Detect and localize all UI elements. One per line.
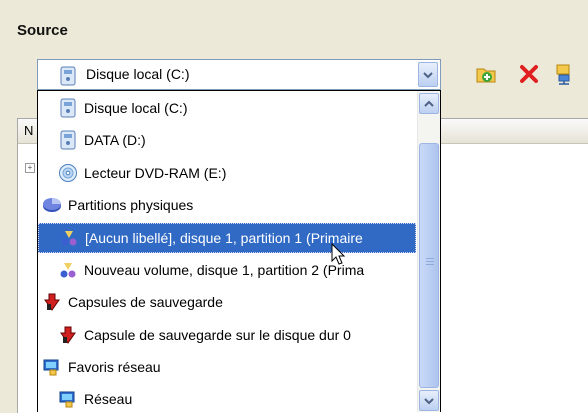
list-item[interactable]: Favoris réseau — [38, 352, 420, 382]
list-item[interactable]: Capsules de sauvegarde — [38, 287, 420, 317]
list-item[interactable]: Partitions physiques — [38, 190, 420, 220]
list-item[interactable]: Réseau — [38, 384, 436, 412]
mouse-cursor-icon — [331, 243, 346, 265]
dvd-icon — [58, 163, 78, 183]
item-label: [Aucun libellé], disque 1, partition 1 (… — [85, 230, 363, 246]
combo-dropdown-button[interactable] — [418, 62, 438, 87]
item-label: Réseau — [84, 391, 133, 407]
list-item[interactable]: Disque local (C:) — [38, 93, 436, 123]
combo-selected-value: Disque local (C:) — [86, 66, 190, 82]
scroll-thumb[interactable] — [419, 143, 439, 388]
backup-capsule-icon — [58, 325, 78, 345]
list-item[interactable]: DATA (D:) — [38, 125, 436, 155]
physical-partitions-icon — [42, 195, 62, 215]
list-item[interactable]: Capsule de sauvegarde sur le disque dur … — [38, 320, 436, 350]
item-label: Lecteur DVD-RAM (E:) — [84, 165, 227, 181]
disk-icon — [59, 66, 77, 89]
source-label: Source — [17, 22, 68, 39]
network-favorites-icon — [42, 357, 62, 377]
chevron-down-icon — [424, 397, 434, 404]
disk-icon — [58, 98, 78, 118]
network-drive-icon — [556, 64, 570, 85]
item-label: Capsule de sauvegarde sur le disque dur … — [84, 327, 351, 343]
list-item[interactable]: Lecteur DVD-RAM (E:) — [38, 158, 436, 188]
chevron-up-icon — [424, 100, 434, 107]
dropdown-scrollbar[interactable] — [417, 91, 440, 412]
item-label: Nouveau volume, disque 1, partition 2 (P… — [84, 262, 365, 278]
chevron-down-icon — [423, 71, 433, 78]
list-item[interactable]: Nouveau volume, disque 1, partition 2 (P… — [38, 255, 436, 285]
partition-icon — [58, 260, 78, 280]
delete-button[interactable] — [517, 62, 541, 86]
scroll-up-button[interactable] — [419, 93, 439, 114]
source-dropdown-list[interactable]: Disque local (C:) DATA (D:) Lecteur DVD-… — [37, 90, 441, 412]
backup-capsule-icon — [42, 292, 62, 312]
item-label: Disque local (C:) — [84, 100, 188, 116]
red-x-icon — [520, 65, 538, 83]
item-label: DATA (D:) — [84, 132, 146, 148]
network-drive-button[interactable] — [552, 62, 576, 86]
add-folder-icon — [476, 68, 496, 83]
tree-expander-icon[interactable]: + — [25, 163, 35, 173]
list-item-selected[interactable]: [Aucun libellé], disque 1, partition 1 (… — [38, 223, 416, 253]
network-icon — [58, 389, 78, 409]
partition-icon — [59, 228, 79, 248]
add-folder-button[interactable] — [474, 62, 498, 86]
list-column-header: N — [24, 123, 34, 138]
item-label: Partitions physiques — [68, 197, 194, 213]
source-combobox[interactable]: Disque local (C:) — [37, 59, 441, 90]
item-label: Favoris réseau — [68, 359, 161, 375]
item-label: Capsules de sauvegarde — [68, 294, 223, 310]
scroll-down-button[interactable] — [419, 390, 439, 411]
disk-icon — [58, 130, 78, 150]
